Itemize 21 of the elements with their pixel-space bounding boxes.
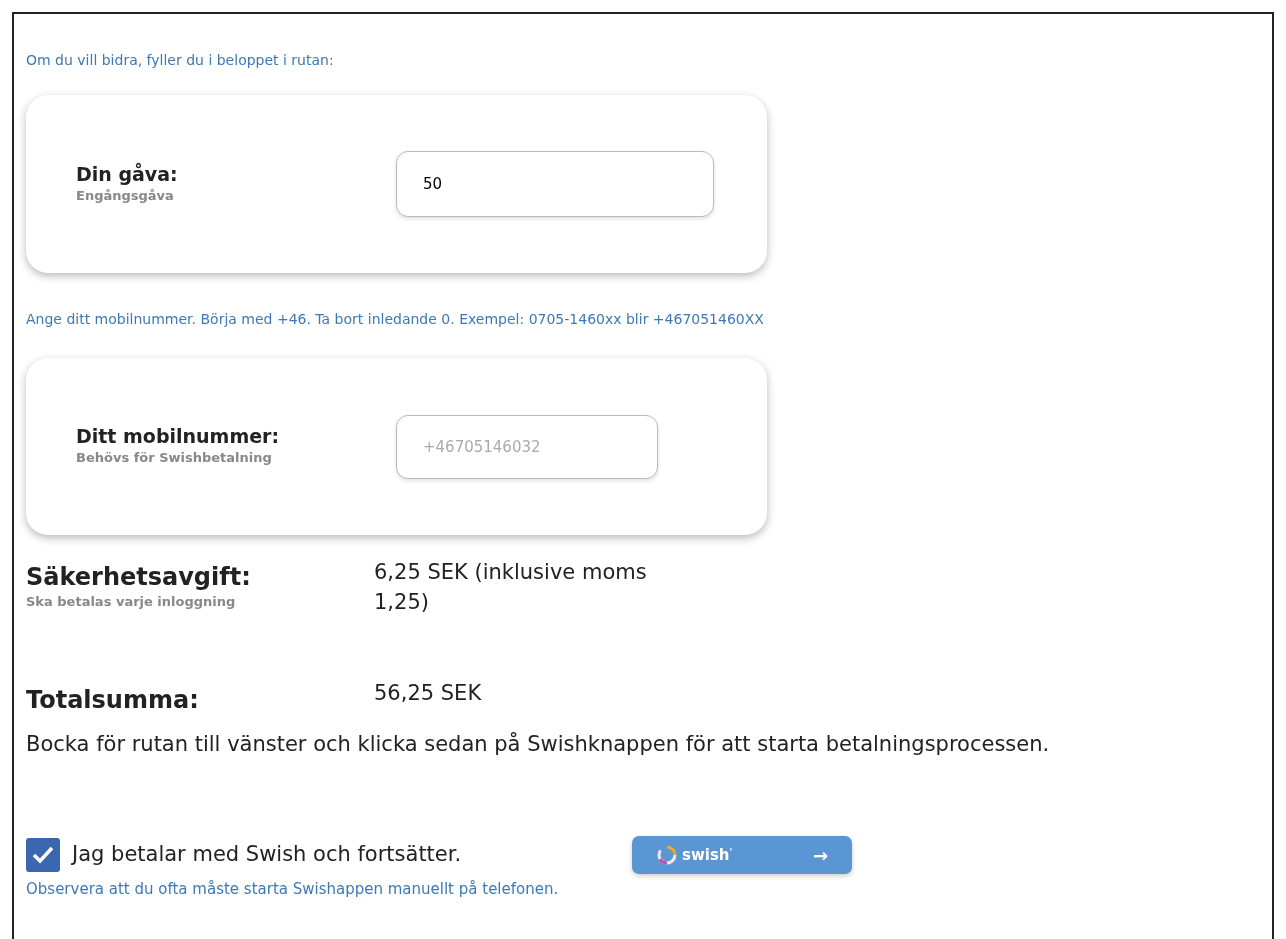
amount-field[interactable]: 50 xyxy=(396,151,714,217)
total-label: Totalsumma: xyxy=(26,685,200,715)
footer-note: Observera att du ofta måste starta Swishappen manuellt på telefonen. xyxy=(26,879,560,901)
consent-label: Jag betalar med Swish och fortsätter. xyxy=(72,841,463,869)
gift-label: Din gåva: xyxy=(76,162,179,186)
fee-sublabel: Ska betalas varje inloggning xyxy=(26,592,237,611)
phone-field[interactable]: +46705146032 xyxy=(396,414,658,479)
intro-text: Om du vill bidra, fyller du i beloppet i rutan: xyxy=(26,51,335,70)
phone-label: Ditt mobilnummer: xyxy=(76,425,281,449)
phone-hint: Ange ditt mobilnummer. Börja med +46. Ta bort inledande 0. Exempel: 0705-1460xx blir +467051460XX xyxy=(26,310,765,329)
gift-sublabel: Engångsgåva xyxy=(76,186,175,205)
arrow-icon: → xyxy=(812,841,828,869)
instruction-text: Bocka för rutan till vänster och klicka sedan på Swishknappen för att starta betalningsprocessen. xyxy=(26,730,1051,758)
fee-value: 6,25 SEK (inklusive moms 1,25) xyxy=(374,559,648,617)
total-value: 56,25 SEK xyxy=(374,679,482,707)
swish-wordmark: swish$^{'}$ xyxy=(682,844,733,866)
consent-checkbox[interactable] xyxy=(26,838,60,873)
swish-logo-icon xyxy=(656,844,678,867)
fee-label: Säkerhetsavgift: xyxy=(26,563,252,592)
phone-sublabel: Behövs för Swishbetalning xyxy=(76,449,273,468)
checkmark-icon xyxy=(32,846,54,865)
